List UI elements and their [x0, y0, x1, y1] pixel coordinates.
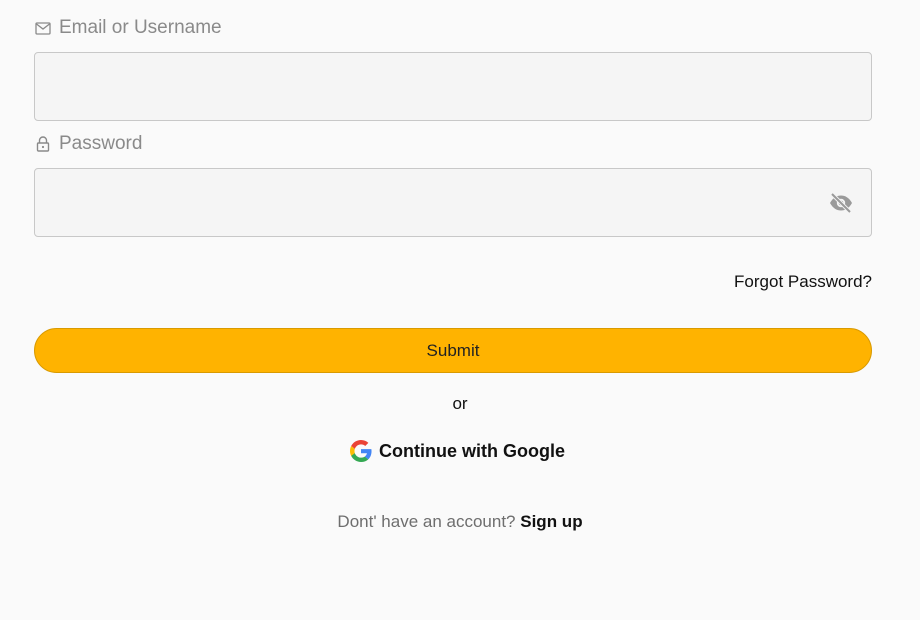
signup-row: Dont' have an account? Sign up: [0, 512, 920, 532]
forgot-password-link[interactable]: Forgot Password?: [734, 272, 872, 292]
login-form: Email or Username Password Forgot Passwo…: [0, 0, 920, 620]
lock-icon: [35, 136, 51, 152]
signup-link[interactable]: Sign up: [520, 512, 582, 531]
eye-off-icon[interactable]: [828, 191, 854, 215]
google-button-label: Continue with Google: [379, 440, 565, 461]
email-field[interactable]: [35, 53, 871, 120]
password-field[interactable]: [35, 169, 871, 236]
signup-prompt: Dont' have an account?: [337, 512, 516, 531]
submit-button[interactable]: Submit: [34, 328, 872, 373]
continue-with-google-button[interactable]: Continue with Google: [350, 440, 565, 462]
email-label: Email or Username: [59, 17, 222, 38]
mail-icon: [35, 20, 51, 36]
password-field-box: [34, 168, 872, 237]
email-field-box: [34, 52, 872, 121]
password-label: Password: [59, 133, 143, 154]
or-divider: or: [452, 394, 468, 413]
password-label-row: Password: [35, 133, 142, 155]
google-icon: [350, 440, 372, 462]
email-label-row: Email or Username: [35, 17, 222, 39]
